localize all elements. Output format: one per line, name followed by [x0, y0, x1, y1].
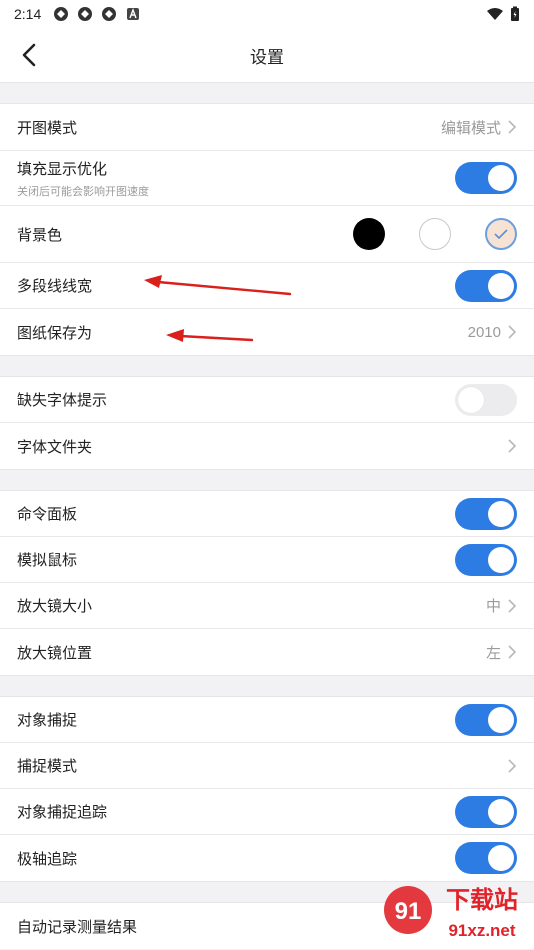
object-snap-toggle[interactable]	[455, 703, 517, 736]
back-button[interactable]	[12, 38, 46, 72]
polyline-width-label: 多段线线宽	[17, 278, 93, 295]
polar-tracking-row: 极轴追踪	[0, 835, 534, 881]
snap-tracking-label: 对象捕捉追踪	[17, 804, 108, 821]
snap-tracking-toggle[interactable]	[455, 795, 517, 828]
battery-icon	[511, 6, 519, 21]
chevron-right-icon	[508, 439, 517, 453]
watermark-logo: 91 下载站 91xz.net	[384, 886, 518, 940]
save-as-row[interactable]: 图纸保存为 2010	[0, 309, 534, 355]
missing-font-label: 缺失字体提示	[17, 392, 108, 409]
status-time: 2:14	[14, 6, 42, 22]
bg-color-white-swatch[interactable]	[419, 218, 451, 250]
settings-group-snap: 对象捕捉 捕捉模式 对象捕捉追踪 极轴追踪	[0, 697, 534, 881]
open-mode-label: 开图模式	[17, 119, 78, 137]
mouse-simulation-label: 模拟鼠标	[17, 552, 78, 569]
font-folder-label: 字体文件夹	[17, 438, 93, 456]
save-as-value: 2010	[467, 323, 501, 341]
magnifier-size-label: 放大镜大小	[17, 598, 93, 615]
chevron-right-icon	[508, 325, 517, 339]
polyline-width-toggle[interactable]	[455, 269, 517, 302]
app-notification-icon	[54, 7, 69, 21]
section-divider	[0, 469, 534, 491]
magnifier-position-value: 左	[485, 644, 501, 662]
app-notification-icon	[78, 7, 93, 21]
mouse-simulation-toggle[interactable]	[455, 543, 517, 576]
checkmark-icon	[494, 229, 508, 239]
svg-text:下载站: 下载站	[446, 886, 518, 914]
wifi-icon	[487, 8, 503, 20]
object-snap-label: 对象捕捉	[17, 712, 78, 729]
page-title: 设置	[250, 47, 284, 67]
snap-mode-label: 捕捉模式	[17, 758, 78, 775]
svg-text:91xz.net: 91xz.net	[448, 921, 515, 940]
section-divider	[0, 82, 534, 104]
font-folder-row[interactable]: 字体文件夹	[0, 423, 534, 469]
auto-record-label: 自动记录测量结果	[17, 918, 138, 936]
mouse-simulation-row: 模拟鼠标	[0, 537, 534, 583]
background-color-row: 背景色	[0, 206, 534, 263]
bg-color-peach-swatch[interactable]	[485, 218, 517, 250]
save-as-label: 图纸保存为	[17, 324, 93, 342]
background-color-label: 背景色	[17, 226, 63, 244]
svg-text:91: 91	[395, 898, 422, 925]
magnifier-size-row[interactable]: 放大镜大小 中	[0, 583, 534, 629]
section-divider	[0, 355, 534, 377]
chevron-right-icon	[508, 598, 517, 613]
command-panel-label: 命令面板	[17, 506, 78, 523]
open-mode-row[interactable]: 开图模式 编辑模式	[0, 104, 534, 151]
chevron-right-icon	[508, 645, 517, 659]
app-header: 设置	[0, 28, 534, 82]
settings-group-input: 命令面板 模拟鼠标 放大镜大小 中 放大镜位置 左	[0, 491, 534, 675]
bg-color-black-swatch[interactable]	[353, 218, 385, 250]
object-snap-row: 对象捕捉	[0, 697, 534, 743]
magnifier-size-value: 中	[485, 598, 501, 615]
a-badge-icon	[127, 8, 140, 20]
command-panel-row: 命令面板	[0, 491, 534, 537]
fill-optimization-row: 填充显示优化 关闭后可能会影响开图速度	[0, 151, 534, 206]
command-panel-toggle[interactable]	[455, 497, 517, 530]
polar-tracking-toggle[interactable]	[455, 842, 517, 874]
snap-mode-row[interactable]: 捕捉模式	[0, 743, 534, 789]
app-notification-icon	[102, 7, 117, 21]
settings-group-display: 开图模式 编辑模式 填充显示优化 关闭后可能会影响开图速度 背景色 多段线线宽	[0, 104, 534, 355]
open-mode-value: 编辑模式	[440, 119, 501, 137]
fill-optimization-hint: 关闭后可能会影响开图速度	[17, 185, 149, 198]
status-bar: 2:14	[0, 0, 534, 28]
polar-tracking-label: 极轴追踪	[17, 850, 78, 868]
fill-optimization-label: 填充显示优化	[17, 160, 108, 178]
chevron-right-icon	[508, 758, 517, 773]
snap-tracking-row: 对象捕捉追踪	[0, 789, 534, 835]
fill-optimization-toggle[interactable]	[455, 162, 517, 194]
missing-font-row: 缺失字体提示	[0, 377, 534, 423]
section-divider	[0, 675, 534, 697]
settings-group-font: 缺失字体提示 字体文件夹	[0, 377, 534, 469]
magnifier-position-row[interactable]: 放大镜位置 左	[0, 629, 534, 675]
magnifier-position-label: 放大镜位置	[17, 644, 93, 662]
back-arrow-icon	[22, 43, 36, 67]
polyline-width-row: 多段线线宽	[0, 263, 534, 309]
missing-font-toggle[interactable]	[455, 383, 517, 416]
chevron-right-icon	[508, 120, 517, 134]
